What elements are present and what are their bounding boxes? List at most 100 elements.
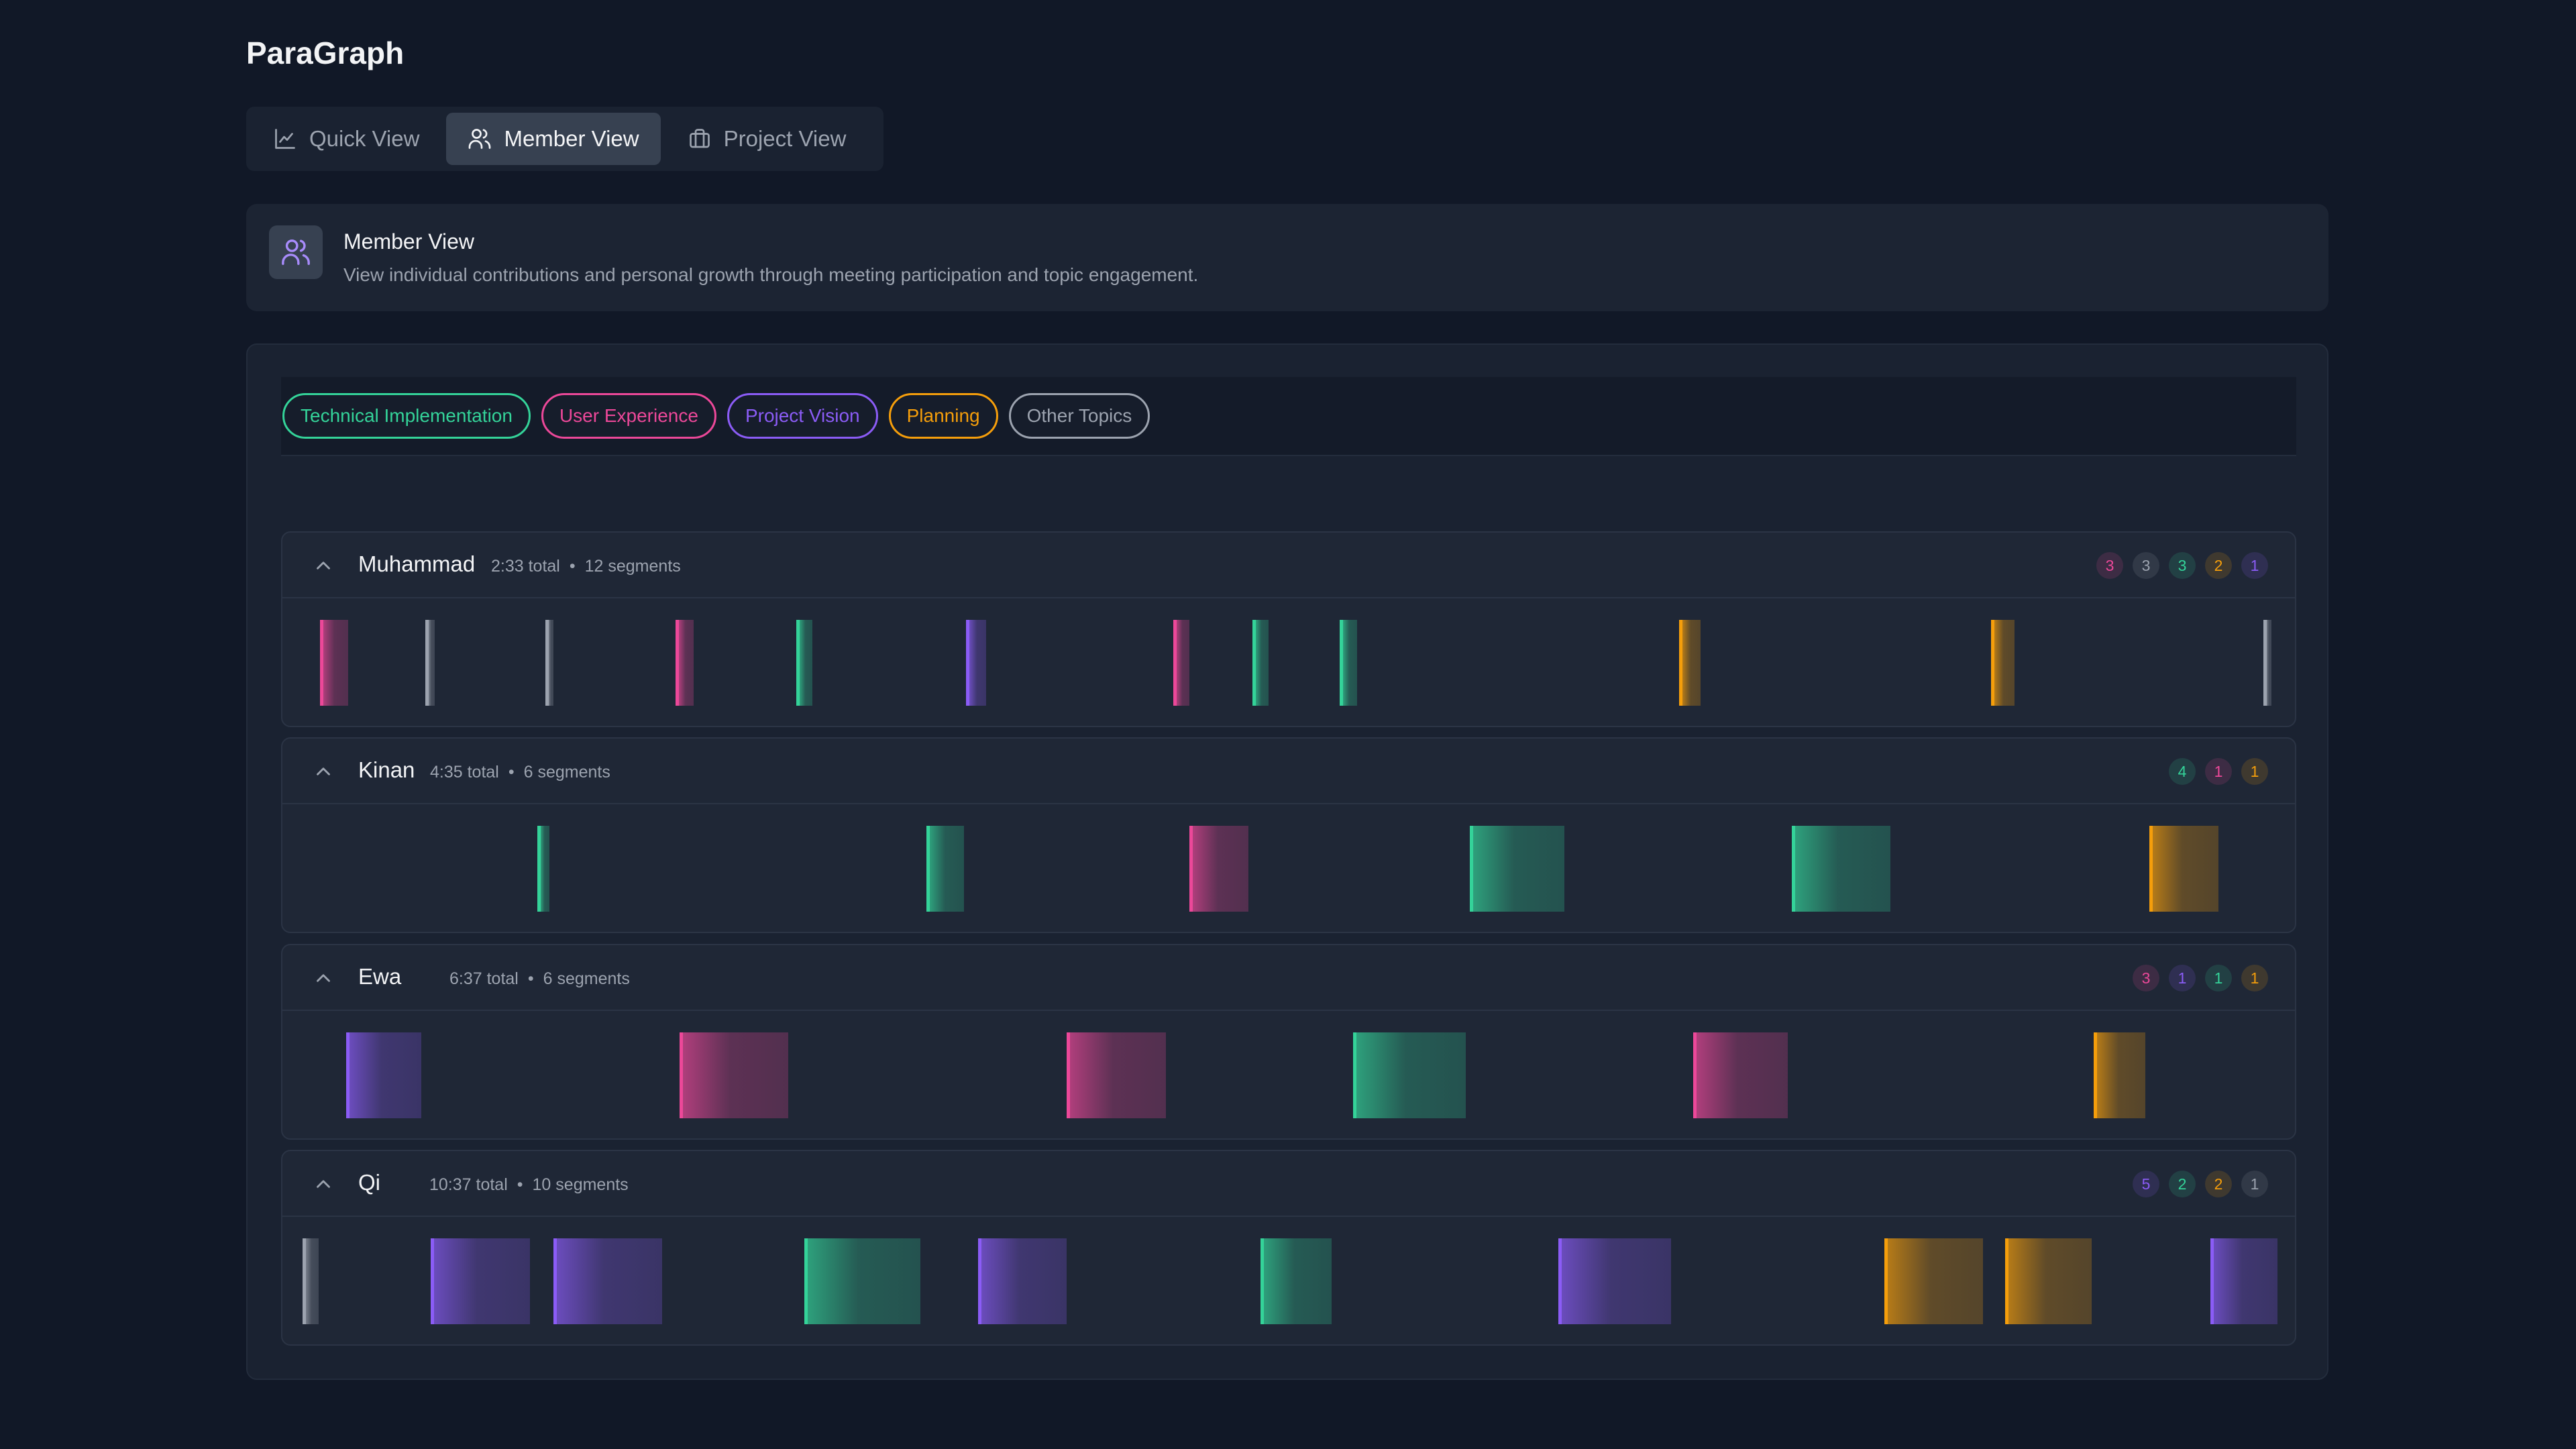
topic-legend: Technical Implementation User Experience P…	[281, 377, 2296, 456]
topic-chip[interactable]: Planning	[888, 393, 998, 439]
member-meta: 4:35 total • 6 segments	[430, 763, 610, 782]
topic-count-badges: 411	[2169, 758, 2268, 785]
timeline-segment[interactable]	[1189, 826, 1249, 912]
timeline-segment[interactable]	[1884, 1238, 1984, 1324]
timeline-segment[interactable]	[804, 1238, 921, 1324]
member-total: 10:37 total	[429, 1175, 508, 1194]
member-segment-count: 6 segments	[543, 969, 630, 988]
timeline-segment[interactable]	[1260, 1238, 1332, 1324]
member-timeline	[282, 806, 2295, 932]
chevron-up-icon[interactable]	[312, 554, 335, 577]
timeline-segment[interactable]	[2210, 1238, 2277, 1324]
tab-project-view[interactable]: Project View	[666, 113, 868, 165]
member-row: Qi 10:37 total • 10 segments 5 2 2 1	[281, 1150, 2296, 1346]
separator-dot: •	[508, 763, 515, 782]
member-name: Kinan	[358, 757, 415, 782]
timeline-segment[interactable]	[553, 1238, 662, 1324]
app-title: ParaGraph	[246, 36, 405, 70]
timeline-segment[interactable]	[537, 826, 549, 912]
timeline-segment[interactable]	[545, 620, 553, 706]
timeline-segment[interactable]	[425, 620, 435, 706]
timeline-segment[interactable]	[1339, 620, 1358, 706]
timeline-segment[interactable]	[1693, 1032, 1788, 1118]
member-meta: 2:33 total • 12 segments	[491, 557, 681, 576]
topic-count-badges: 3111	[2133, 965, 2268, 991]
timeline-segment[interactable]	[1067, 1032, 1166, 1118]
timeline-segment[interactable]	[676, 620, 694, 706]
timeline-segment[interactable]	[2094, 1032, 2145, 1118]
chart-icon	[275, 129, 295, 149]
timeline-segment[interactable]	[796, 620, 812, 706]
topic-count-badge: 1	[2241, 552, 2268, 579]
topic-count-badge: 1	[2241, 965, 2268, 991]
member-row: Muhammad 2:33 total • 12 segments 3 3 3 2 1	[281, 531, 2296, 727]
member-timeline	[282, 600, 2295, 726]
chevron-up-icon[interactable]	[312, 760, 335, 783]
tab-quick-view[interactable]: Quick View	[252, 113, 441, 165]
member-row: Ewa 6:37 total • 6 segments 3 1 1 1	[281, 944, 2296, 1140]
tab-label: Project View	[723, 126, 847, 151]
timeline-segment[interactable]	[680, 1032, 789, 1118]
member-header[interactable]: Qi 10:37 total • 10 segments 5 2 2 1	[282, 1151, 2295, 1217]
member-segment-count: 6 segments	[523, 763, 610, 782]
topic-chip[interactable]: Technical Implementation	[282, 393, 531, 439]
member-timeline	[282, 1218, 2295, 1344]
timeline-segment[interactable]	[966, 620, 986, 706]
member-timeline-panel: Technical Implementation User Experience P…	[246, 343, 2328, 1380]
topic-count-badge: 3	[2133, 552, 2159, 579]
separator-dot: •	[569, 557, 576, 576]
timeline-segment[interactable]	[1353, 1032, 1466, 1118]
topic-chip[interactable]: Other Topics	[1008, 393, 1150, 439]
timeline-segment[interactable]	[1173, 620, 1189, 706]
info-title: Member View	[343, 229, 475, 254]
timeline-segment[interactable]	[431, 1238, 530, 1324]
topic-count-badge: 1	[2205, 758, 2232, 785]
timeline-segment[interactable]	[1991, 620, 2015, 706]
timeline-segment[interactable]	[2149, 826, 2218, 912]
topic-count-badge: 2	[2169, 1171, 2196, 1197]
topic-count-badge: 1	[2241, 1171, 2268, 1197]
chevron-up-icon[interactable]	[312, 967, 335, 989]
topic-count-badge: 1	[2241, 758, 2268, 785]
timeline-segment[interactable]	[345, 1032, 421, 1118]
member-total: 6:37 total	[449, 969, 519, 988]
member-header[interactable]: Ewa 6:37 total • 6 segments 3 1 1 1	[282, 945, 2295, 1011]
member-timeline	[282, 1012, 2295, 1138]
topic-count-badge: 2	[2205, 1171, 2232, 1197]
topic-count-badge: 1	[2205, 965, 2232, 991]
timeline-segment[interactable]	[320, 620, 348, 706]
topic-count-badges: 5221	[2133, 1171, 2268, 1197]
member-row: Kinan 4:35 total • 6 segments 4 1 1	[281, 737, 2296, 933]
separator-dot: •	[517, 1175, 523, 1194]
topic-count-badge: 4	[2169, 758, 2196, 785]
tab-member-view[interactable]: Member View	[446, 113, 661, 165]
timeline-segment[interactable]	[977, 1238, 1067, 1324]
member-name: Qi	[358, 1170, 380, 1195]
member-total: 2:33 total	[491, 557, 560, 576]
users-icon	[282, 239, 310, 265]
member-name: Muhammad	[358, 551, 476, 576]
view-tabs: Quick View Member View Project View	[246, 107, 883, 171]
timeline-segment[interactable]	[2004, 1238, 2092, 1324]
timeline-segment[interactable]	[1252, 620, 1269, 706]
topic-count-badges: 33321	[2096, 552, 2268, 579]
topic-chip[interactable]: User Experience	[541, 393, 716, 439]
timeline-segment[interactable]	[303, 1238, 319, 1324]
timeline-segment[interactable]	[1469, 826, 1565, 912]
info-description: View individual contributions and person…	[343, 264, 1199, 285]
member-total: 4:35 total	[430, 763, 499, 782]
timeline-segment[interactable]	[2263, 620, 2272, 706]
timeline-segment[interactable]	[1791, 826, 1890, 912]
member-name: Ewa	[358, 964, 402, 989]
member-meta: 10:37 total • 10 segments	[429, 1175, 629, 1195]
member-header[interactable]: Muhammad 2:33 total • 12 segments 3 3 3 2 1	[282, 533, 2295, 598]
timeline-segment[interactable]	[1558, 1238, 1672, 1324]
timeline-segment[interactable]	[1678, 620, 1701, 706]
chevron-up-icon[interactable]	[312, 1173, 335, 1195]
topic-chip[interactable]: Project Vision	[727, 393, 878, 439]
topic-count-badge: 3	[2169, 552, 2196, 579]
topic-count-badge: 5	[2133, 1171, 2159, 1197]
member-header[interactable]: Kinan 4:35 total • 6 segments 4 1 1	[282, 739, 2295, 804]
tab-label: Quick View	[309, 126, 420, 151]
timeline-segment[interactable]	[926, 826, 965, 912]
